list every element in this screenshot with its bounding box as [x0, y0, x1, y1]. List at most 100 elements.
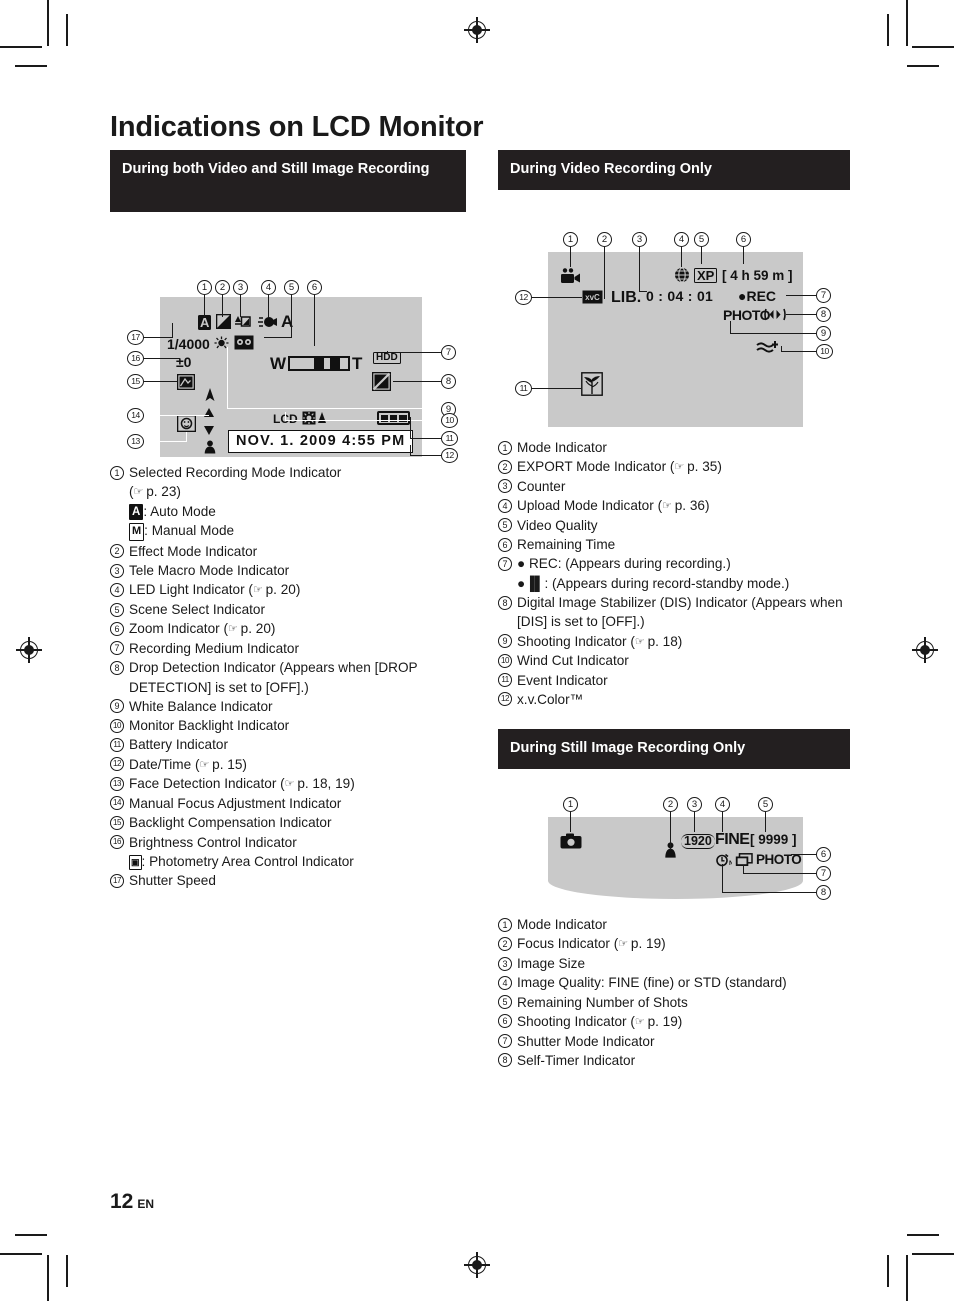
- page-title: Indications on LCD Monitor: [110, 111, 484, 144]
- leader-15h: [144, 381, 177, 383]
- legend-text: ● REC: (Appears during recording.): [517, 556, 731, 572]
- legend-index: 12: [110, 757, 124, 772]
- leader-14h: [144, 415, 209, 417]
- callout-12: 12: [515, 290, 532, 306]
- leader-2: [222, 295, 224, 317]
- legend-still: 1 Mode Indicator 2 Focus Indicator (☞ p.…: [498, 915, 850, 1070]
- leader-s3: [694, 812, 696, 833]
- legend-text: Shooting Indicator: [517, 1013, 627, 1029]
- legend-text: Manual Focus Adjustment Indicator: [129, 795, 342, 811]
- backlight-compensation-icon: [177, 374, 195, 390]
- legend-item: 6 Shooting Indicator (☞ p. 19): [498, 1012, 850, 1032]
- legend-index: 2: [498, 459, 512, 474]
- legend-ref: (☞ p. 36): [657, 498, 710, 514]
- legend-text: Image Size: [517, 956, 586, 972]
- legend-index: 12: [498, 692, 512, 707]
- legend-text: Upload Mode Indicator: [517, 498, 654, 514]
- legend-sub: A: Auto Mode: [129, 502, 466, 521]
- callout-8: 8: [441, 374, 456, 389]
- callout-2: 2: [215, 280, 230, 295]
- pointing-hand-icon: ☞: [133, 486, 144, 499]
- legend-ref: (☞ p. 35): [669, 459, 722, 475]
- callout-3: 3: [233, 280, 248, 295]
- legend-text: Battery Indicator: [129, 737, 228, 753]
- legend-item: 10 Wind Cut Indicator: [498, 651, 850, 670]
- legend-both: 1 Selected Recording Mode Indicator (☞ p…: [110, 463, 466, 890]
- legend-ref: (☞ p. 15): [194, 756, 247, 772]
- legend-item: 2 EXPORT Mode Indicator (☞ p. 35): [498, 457, 850, 477]
- leader-v10h: [781, 351, 816, 353]
- legend-text: Scene Select Indicator: [129, 602, 266, 618]
- monitor-backlight-arrow: [318, 412, 326, 423]
- leader-v1: [570, 247, 572, 268]
- page-language: EN: [137, 1197, 155, 1211]
- legend-index: 3: [110, 563, 124, 578]
- face-detection-icon: [177, 415, 196, 432]
- shooting-indicator-photo: PHOTO: [723, 307, 771, 324]
- legend-text: Image Quality: FINE (fine) or STD (stand…: [517, 975, 787, 991]
- legend-text: Date/Time: [129, 756, 192, 772]
- zoom-indicator: W T: [270, 355, 362, 372]
- leader-v9v: [730, 321, 732, 335]
- legend-ref: (☞ p. 18): [630, 633, 683, 649]
- manual-focus-down-arrow: [204, 426, 214, 435]
- leader-s4: [722, 812, 724, 833]
- legend-index: 8: [110, 660, 124, 675]
- legend-index: 1: [498, 917, 512, 932]
- legend-item: 14 Manual Focus Adjustment Indicator: [110, 794, 466, 813]
- legend-index: 1: [498, 440, 512, 455]
- pointing-hand-icon: ☞: [674, 461, 684, 474]
- legend-text: Event Indicator: [517, 672, 608, 688]
- legend-item: 9 White Balance Indicator: [110, 697, 466, 716]
- callout-16: 16: [127, 351, 144, 366]
- xvcolor-icon: xvC: [582, 290, 603, 304]
- image-size-value: 1920: [681, 834, 715, 849]
- callout-5: 5: [758, 797, 773, 813]
- zoom-track: [288, 356, 351, 371]
- callout-1: 1: [563, 232, 578, 248]
- legend-index: 7: [498, 1034, 512, 1049]
- legend-index: 1: [110, 465, 124, 480]
- legend-item: 1 Mode Indicator: [498, 438, 850, 457]
- legend-index: 5: [498, 518, 512, 533]
- legend-index: 7: [110, 641, 124, 656]
- legend-text: Mode Indicator: [517, 440, 607, 456]
- leader-s5: [765, 812, 767, 833]
- leader-s2: [670, 812, 672, 851]
- leader-v5: [701, 247, 703, 265]
- legend-item: 5 Remaining Number of Shots: [498, 993, 850, 1012]
- callout-10: 10: [441, 413, 458, 428]
- leader-s1: [570, 812, 572, 833]
- legend-ref-text: p. 23: [146, 484, 177, 500]
- legend-text: Shutter Speed: [129, 873, 216, 889]
- legend-index: 3: [498, 479, 512, 494]
- legend-index: 11: [498, 673, 512, 688]
- pointing-hand-icon: ☞: [662, 500, 672, 513]
- legend-ref-text: p. 20: [240, 621, 271, 637]
- shutter-speed-value: 1/4000: [167, 336, 210, 352]
- legend-text: Self-Timer Indicator: [517, 1052, 636, 1068]
- self-timer-icon: N: [716, 854, 732, 867]
- legend-item: 1 Mode Indicator: [498, 915, 850, 934]
- photometry-area-badge: ▣: [129, 854, 142, 870]
- legend-ref: (☞ p. 19): [630, 1013, 683, 1029]
- legend-ref-text: p. 18, 19: [297, 776, 351, 792]
- manual-page: Indications on LCD Monitor During both V…: [0, 0, 954, 1301]
- auto-mode-badge: A: [129, 503, 144, 521]
- callout-6: 6: [307, 280, 322, 295]
- legend-index: 5: [110, 602, 124, 617]
- legend-text: Digital Image Stabilizer (DIS) Indicator…: [517, 595, 843, 630]
- video-quality-badge: XP: [694, 268, 718, 284]
- section-video-recording-only: During Video Recording Only 1 2 3 4 5 6: [498, 150, 850, 1070]
- battery-indicator: [377, 411, 410, 425]
- legend-index: 3: [498, 956, 512, 971]
- legend-index: 2: [498, 936, 512, 951]
- legend-text: Shooting Indicator: [517, 633, 627, 649]
- callout-7: 7: [816, 866, 831, 882]
- legend-item: 10 Monitor Backlight Indicator: [110, 716, 466, 735]
- legend-index: 14: [110, 796, 124, 811]
- page-footer: 12 EN: [110, 1190, 154, 1214]
- upload-mode-icon: [675, 267, 689, 283]
- date-time-indicator: NOV. 1. 2009 4:55 PM: [228, 430, 414, 453]
- legend-text: Wind Cut Indicator: [517, 653, 629, 669]
